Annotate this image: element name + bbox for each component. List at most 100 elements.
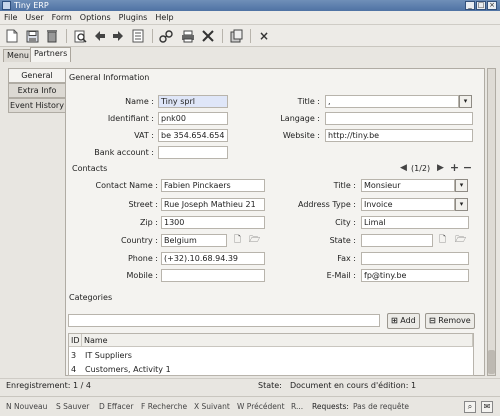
shortcut-delete: D Effacer bbox=[99, 402, 134, 411]
menu-user[interactable]: User bbox=[21, 11, 47, 25]
category-row-1-name[interactable]: IT Suppliers bbox=[85, 349, 132, 362]
remove-category-button[interactable]: ⊟ Remove bbox=[425, 313, 475, 329]
maximize-icon[interactable]: □ bbox=[476, 1, 486, 10]
category-row-1-id[interactable]: 3 bbox=[71, 349, 76, 362]
tab-menu[interactable]: Menu bbox=[3, 49, 33, 62]
category-row-2-id[interactable]: 4 bbox=[71, 363, 76, 376]
phone-field[interactable]: (+32).10.68.94.39 bbox=[161, 252, 265, 265]
name-label: Name : bbox=[125, 97, 154, 106]
add-button-label: Add bbox=[400, 316, 416, 325]
previous-icon[interactable] bbox=[92, 28, 108, 44]
tab-general[interactable]: General bbox=[8, 68, 66, 83]
contact-name-label: Contact Name : bbox=[95, 181, 158, 190]
vat-field[interactable]: be 354.654.654 bbox=[158, 129, 228, 142]
remove-button-label: Remove bbox=[438, 316, 471, 325]
contact-title-select[interactable]: Monsieur bbox=[361, 179, 455, 192]
action-icon[interactable] bbox=[200, 28, 216, 44]
find-icon[interactable] bbox=[72, 28, 88, 44]
state-field[interactable] bbox=[361, 234, 433, 247]
switch-view-icon[interactable] bbox=[130, 28, 146, 44]
tab-extra-info[interactable]: Extra Info bbox=[8, 83, 66, 98]
state-search-icon[interactable]: 🗁 bbox=[455, 235, 466, 246]
menu-help[interactable]: Help bbox=[151, 11, 177, 25]
save-icon[interactable] bbox=[24, 28, 40, 44]
mobile-field[interactable] bbox=[161, 269, 265, 282]
country-open-icon[interactable]: 🗋 bbox=[232, 235, 243, 246]
vat-label: VAT : bbox=[134, 131, 154, 140]
next-contact-icon[interactable]: ▶ bbox=[435, 163, 446, 174]
section-contacts: Contacts bbox=[72, 164, 108, 173]
delete-icon[interactable] bbox=[44, 28, 60, 44]
state-status-label: State: bbox=[258, 381, 282, 390]
category-search-field[interactable] bbox=[68, 314, 380, 327]
add-icon: ⊞ bbox=[391, 316, 398, 325]
tab-event-history[interactable]: Event History bbox=[8, 98, 66, 113]
add-category-button[interactable]: ⊞ Add bbox=[387, 313, 420, 329]
column-header-id[interactable]: ID bbox=[69, 334, 82, 347]
shortcut-search: F Recherche bbox=[141, 402, 188, 411]
email-field[interactable]: fp@tiny.be bbox=[361, 269, 469, 282]
plugin-icon[interactable] bbox=[228, 28, 244, 44]
title-select[interactable]: , bbox=[325, 95, 459, 108]
name-field[interactable]: Tiny sprl bbox=[158, 95, 228, 108]
category-row-2-name[interactable]: Customers, Activity 1 bbox=[85, 363, 171, 376]
form-scrollbar[interactable] bbox=[487, 68, 496, 376]
country-field[interactable]: Belgium bbox=[161, 234, 227, 247]
menu-plugins[interactable]: Plugins bbox=[115, 11, 152, 25]
menu-form[interactable]: Form bbox=[48, 11, 76, 25]
toolbar: × bbox=[0, 25, 500, 47]
contact-name-field[interactable]: Fabien Pinckaers bbox=[161, 179, 265, 192]
new-icon[interactable] bbox=[4, 28, 20, 44]
notebook-tabs: Menu Partners bbox=[0, 47, 500, 62]
form-page-tabs: General Extra Info Event History bbox=[8, 68, 66, 113]
next-icon[interactable] bbox=[110, 28, 126, 44]
identifiant-field[interactable]: pnk00 bbox=[158, 112, 228, 125]
shortcut-next: X Suivant bbox=[194, 402, 230, 411]
contact-title-dropdown-icon[interactable]: ▾ bbox=[455, 179, 468, 192]
requests-label: Requests: bbox=[312, 402, 349, 411]
print-icon[interactable] bbox=[180, 28, 196, 44]
fax-field[interactable] bbox=[361, 252, 469, 265]
previous-contact-icon[interactable]: ◀ bbox=[398, 163, 409, 174]
country-label: Country : bbox=[120, 236, 158, 245]
remove-contact-icon[interactable]: − bbox=[462, 162, 473, 173]
section-general-information: General Information bbox=[69, 73, 150, 82]
title-dropdown-icon[interactable]: ▾ bbox=[459, 95, 472, 108]
shortcut-new: N Nouveau bbox=[6, 402, 48, 411]
address-type-dropdown-icon[interactable]: ▾ bbox=[455, 198, 468, 211]
zip-field[interactable]: 1300 bbox=[161, 216, 265, 229]
close-icon[interactable]: × bbox=[256, 28, 272, 44]
fax-label: Fax : bbox=[337, 254, 356, 263]
city-label: City : bbox=[335, 218, 356, 227]
website-field[interactable]: http://tiny.be bbox=[325, 129, 473, 142]
country-search-icon[interactable]: 🗁 bbox=[249, 235, 260, 246]
record-counter: Enregistrement: 1 / 4 bbox=[6, 381, 91, 390]
attach-icon[interactable] bbox=[158, 28, 174, 44]
state-open-icon[interactable]: 🗋 bbox=[437, 235, 448, 246]
read-requests-icon[interactable]: ⌕ bbox=[464, 401, 476, 413]
state-status-value: Document en cours d'édition: 1 bbox=[290, 381, 417, 390]
zip-label: Zip : bbox=[139, 218, 158, 227]
address-type-label: Address Type : bbox=[297, 200, 356, 209]
address-type-select[interactable]: Invoice bbox=[361, 198, 455, 211]
langage-field[interactable] bbox=[325, 112, 473, 125]
menu-file[interactable]: File bbox=[0, 11, 21, 25]
street-label: Street : bbox=[128, 200, 158, 209]
bank-account-field[interactable] bbox=[158, 146, 228, 159]
send-request-icon[interactable]: ✉ bbox=[481, 401, 493, 413]
title-label: Title : bbox=[297, 97, 320, 106]
status-line: Enregistrement: 1 / 4 State: Document en… bbox=[0, 378, 500, 392]
column-header-name[interactable]: Name bbox=[82, 334, 473, 347]
street-field[interactable]: Rue Joseph Mathieu 21 bbox=[161, 198, 265, 211]
close-window-icon[interactable]: × bbox=[487, 1, 497, 10]
tab-partners[interactable]: Partners bbox=[30, 47, 72, 62]
scrollbar-thumb[interactable] bbox=[488, 350, 495, 374]
contacts-pager: (1/2) bbox=[411, 164, 431, 173]
add-contact-icon[interactable]: + bbox=[449, 162, 460, 173]
shortcut-save: S Sauver bbox=[56, 402, 90, 411]
minimize-icon[interactable]: _ bbox=[465, 1, 475, 10]
menu-options[interactable]: Options bbox=[76, 11, 115, 25]
city-field[interactable]: Limal bbox=[361, 216, 469, 229]
website-label: Website : bbox=[282, 131, 320, 140]
window-titlebar: Tiny ERP _ □ × bbox=[0, 0, 500, 11]
